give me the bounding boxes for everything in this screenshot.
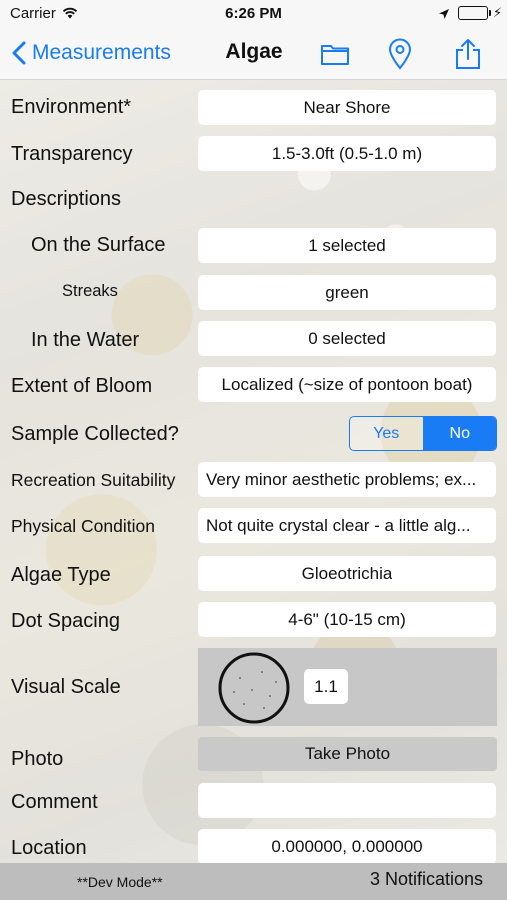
on-surface-label: On the Surface bbox=[31, 234, 166, 256]
dot-spacing-field[interactable]: 4-6" (10-15 cm) bbox=[198, 602, 496, 637]
recreation-value: Very minor aesthetic problems; ex... bbox=[206, 469, 477, 489]
sample-no-option[interactable]: No bbox=[423, 417, 496, 450]
streaks-label: Streaks bbox=[62, 282, 118, 300]
visual-scale-control[interactable]: 1.1 bbox=[198, 648, 497, 726]
battery-tip bbox=[489, 10, 491, 16]
recreation-label: Recreation Suitability bbox=[11, 470, 176, 490]
status-bar: Carrier 6:26 PM ⚡ bbox=[0, 0, 507, 28]
take-photo-button[interactable]: Take Photo bbox=[198, 737, 497, 771]
back-button-label: Measurements bbox=[32, 41, 171, 64]
on-surface-value: 1 selected bbox=[308, 235, 386, 255]
sample-yes-option[interactable]: Yes bbox=[350, 417, 424, 450]
photo-label: Photo bbox=[11, 748, 64, 770]
share-icon[interactable] bbox=[452, 38, 484, 70]
algae-form: Environment* Near Shore Transparency 1.5… bbox=[0, 80, 507, 863]
streaks-field[interactable]: green bbox=[198, 275, 496, 310]
page-title: Algae bbox=[225, 40, 283, 63]
transparency-value: 1.5-3.0ft (0.5-1.0 m) bbox=[271, 143, 423, 163]
algae-type-label: Algae Type bbox=[11, 564, 111, 586]
extent-field[interactable]: Localized (~size of pontoon boat) bbox=[198, 367, 496, 402]
algae-type-field[interactable]: Gloeotrichia bbox=[198, 556, 496, 591]
notifications-button[interactable]: 3 Notifications bbox=[370, 869, 483, 890]
physical-field[interactable]: Not quite crystal clear - a little alg..… bbox=[198, 508, 496, 543]
sample-collected-toggle[interactable]: Yes No bbox=[349, 416, 497, 451]
scale-dot-circle-icon bbox=[218, 652, 290, 724]
recreation-field[interactable]: Very minor aesthetic problems; ex... bbox=[198, 462, 496, 497]
battery-icon bbox=[458, 6, 488, 20]
dot-spacing-value: 4-6" (10-15 cm) bbox=[288, 609, 406, 629]
back-button[interactable]: Measurements bbox=[12, 38, 171, 68]
dot-spacing-label: Dot Spacing bbox=[11, 610, 120, 632]
streaks-value: green bbox=[325, 282, 369, 302]
visual-scale-value[interactable]: 1.1 bbox=[304, 669, 348, 704]
physical-label: Physical Condition bbox=[11, 516, 155, 536]
descriptions-label: Descriptions bbox=[11, 188, 122, 210]
folder-icon[interactable] bbox=[319, 38, 351, 70]
chevron-left-icon bbox=[12, 41, 26, 65]
extent-value: Localized (~size of pontoon boat) bbox=[221, 374, 473, 394]
environment-label: Environment* bbox=[11, 96, 132, 118]
dev-mode-label: **Dev Mode** bbox=[77, 874, 163, 890]
in-water-label: In the Water bbox=[31, 329, 140, 351]
transparency-field[interactable]: 1.5-3.0ft (0.5-1.0 m) bbox=[198, 136, 496, 171]
navigation-bar: Measurements Algae bbox=[0, 28, 507, 80]
location-value: 0.000000, 0.000000 bbox=[271, 836, 423, 856]
location-arrow-icon bbox=[438, 7, 450, 19]
on-surface-field[interactable]: 1 selected bbox=[198, 228, 496, 263]
transparency-label: Transparency bbox=[11, 143, 133, 165]
status-time: 6:26 PM bbox=[225, 5, 282, 22]
comment-label: Comment bbox=[11, 791, 98, 813]
map-pin-icon[interactable] bbox=[384, 38, 416, 70]
algae-type-value: Gloeotrichia bbox=[301, 563, 393, 583]
extent-label: Extent of Bloom bbox=[11, 375, 153, 397]
location-label: Location bbox=[11, 837, 87, 859]
charging-bolt-icon: ⚡ bbox=[493, 5, 503, 20]
environment-field[interactable]: Near Shore bbox=[198, 90, 496, 125]
in-water-field[interactable]: 0 selected bbox=[198, 321, 496, 356]
location-field[interactable]: 0.000000, 0.000000 bbox=[198, 829, 496, 863]
environment-value: Near Shore bbox=[303, 97, 391, 117]
visual-scale-label: Visual Scale bbox=[11, 676, 121, 698]
in-water-value: 0 selected bbox=[308, 328, 386, 348]
comment-field[interactable] bbox=[198, 783, 496, 818]
physical-value: Not quite crystal clear - a little alg..… bbox=[206, 515, 471, 535]
footer-bar: **Dev Mode** 3 Notifications bbox=[0, 863, 507, 900]
sample-label: Sample Collected? bbox=[11, 423, 179, 445]
